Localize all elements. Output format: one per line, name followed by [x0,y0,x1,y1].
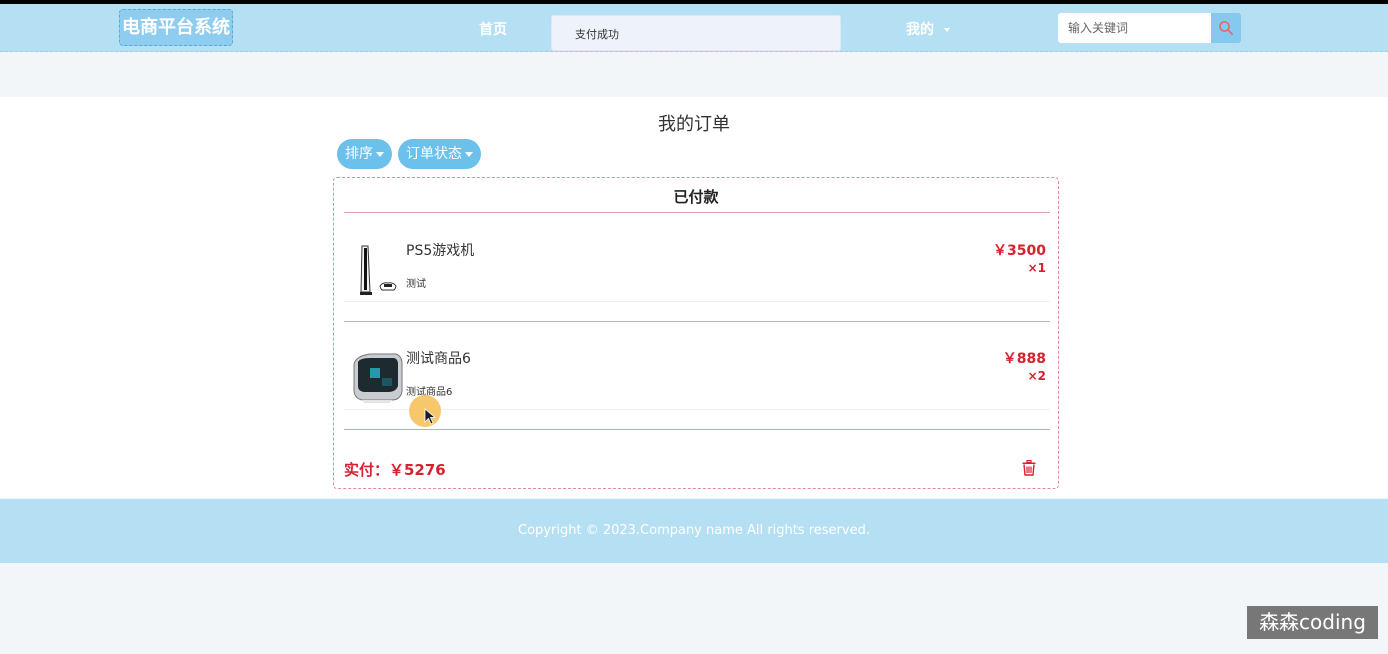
copyright-text: Copyright © 2023.Company name All rights… [518,523,870,538]
item-name[interactable]: 测试商品6 [406,348,471,368]
payment-success-toast: 支付成功 [551,15,841,51]
search-input[interactable] [1058,13,1211,43]
nav-home-link[interactable]: 首页 [479,19,507,39]
item-name[interactable]: PS5游戏机 [406,240,474,260]
chevron-down-icon [465,151,473,157]
item-price: ￥888 [1002,351,1046,367]
chevron-down-icon [944,28,950,32]
nav-mine-label: 我的 [906,22,934,38]
page-title: 我的订单 [658,114,730,135]
search-button[interactable] [1211,13,1241,43]
search-icon [1219,21,1233,35]
divider [344,301,1050,302]
chevron-down-icon [376,151,384,157]
order-total: 实付：￥5276 [344,461,446,479]
mouse-cursor-icon [424,408,436,425]
item-price: ￥3500 [993,243,1046,259]
product-image-ps5[interactable] [348,242,404,298]
sort-label: 排序 [345,146,373,162]
nav-mine-dropdown[interactable]: 我的 [906,19,950,39]
divider [344,212,1050,213]
divider [344,321,1050,322]
order-card: 已付款 PS5游戏机 测试 ￥3500 ×1 测试商品6 测试商品6 ￥888 … [333,177,1059,489]
brand-logo[interactable]: 电商平台系统 [119,9,233,46]
product-image-6[interactable] [348,348,404,404]
watermark: 森森coding [1247,606,1378,639]
main-content: 我的订单 排序 订单状态 已付款 PS5游戏机 测试 ￥3500 ×1 测试商品… [0,97,1388,498]
order-status-dropdown[interactable]: 订单状态 [398,139,481,169]
divider [344,429,1050,430]
item-desc: 测试 [406,279,426,290]
divider [344,409,1050,410]
item-qty: ×2 [1027,369,1046,383]
sort-dropdown[interactable]: 排序 [337,139,392,169]
item-qty: ×1 [1027,261,1046,275]
order-status-label: 订单状态 [406,146,462,162]
trash-icon [1022,459,1036,476]
footer: Copyright © 2023.Company name All rights… [0,499,1388,563]
delete-order-button[interactable] [1022,459,1036,476]
order-status-badge: 已付款 [673,188,719,206]
